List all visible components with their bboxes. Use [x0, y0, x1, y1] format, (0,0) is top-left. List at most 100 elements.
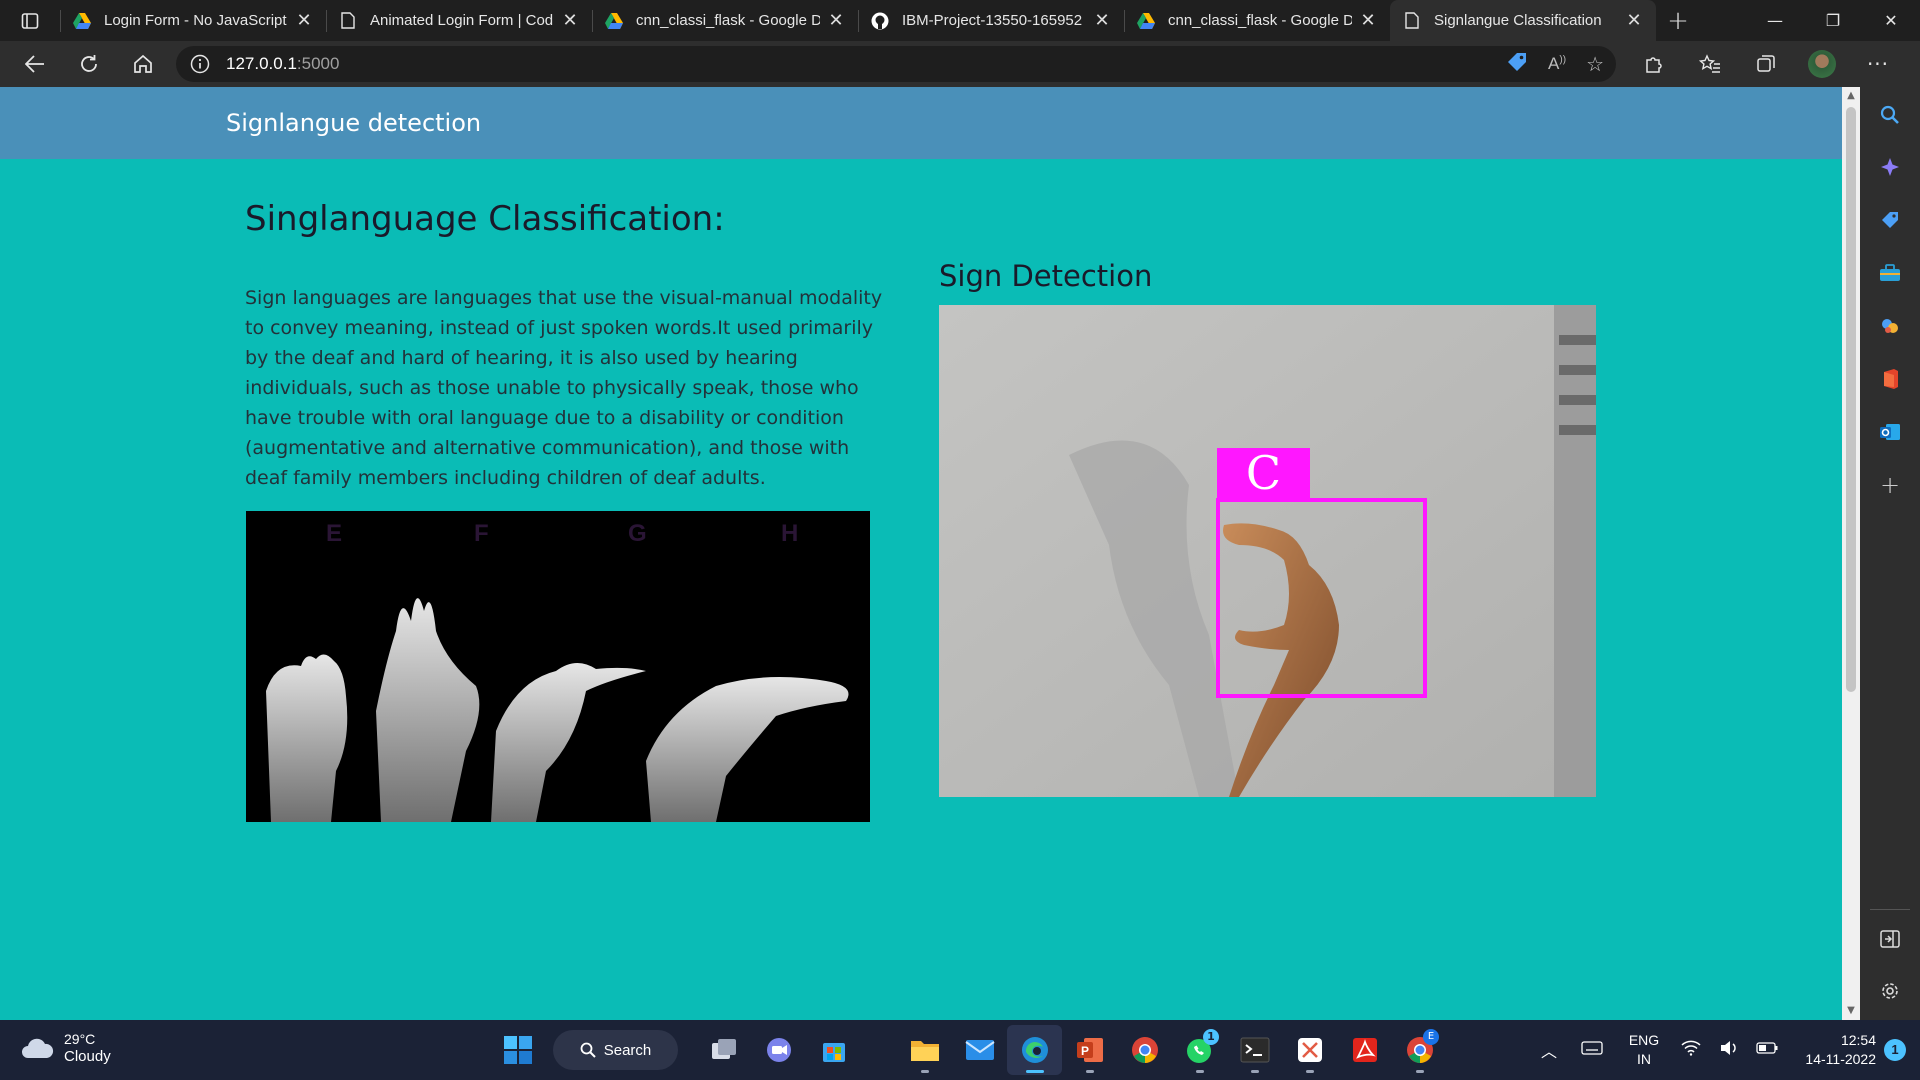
- favorites-list-icon: [1699, 54, 1720, 73]
- sidebar-hide-button[interactable]: [1860, 919, 1920, 959]
- edge-button[interactable]: [1007, 1025, 1062, 1075]
- detection-bounding-box: [1216, 498, 1427, 698]
- tab-github[interactable]: IBM-Project-13550-165952 ✕: [858, 0, 1124, 41]
- back-arrow-icon: [25, 55, 44, 73]
- url-port: :5000: [296, 54, 340, 73]
- keyboard-icon[interactable]: [1568, 1040, 1616, 1060]
- address-bar[interactable]: 127.0.0.1:5000 A)) ☆: [176, 46, 1616, 82]
- notification-badge[interactable]: 1: [1884, 1039, 1906, 1061]
- sign-letter-e: E: [326, 520, 342, 547]
- back-button[interactable]: [8, 41, 62, 87]
- powerpoint-button[interactable]: P: [1062, 1025, 1117, 1075]
- edge-sidebar: +: [1860, 87, 1920, 1020]
- scroll-up-icon[interactable]: ▲: [1842, 87, 1860, 105]
- close-icon[interactable]: ✕: [826, 10, 846, 31]
- sign-letters-illustration: E F G H: [246, 511, 870, 822]
- acrobat-icon: [1352, 1038, 1377, 1062]
- navbar-brand[interactable]: Signlangue detection: [226, 109, 481, 137]
- powerpoint-icon: P: [1076, 1038, 1103, 1062]
- tab-drive-2[interactable]: cnn_classi_flask - Google Dr ✕: [1124, 0, 1390, 41]
- restore-button[interactable]: ❐: [1804, 0, 1862, 41]
- sidebar-search-button[interactable]: [1860, 95, 1920, 135]
- close-icon[interactable]: ✕: [294, 10, 314, 31]
- sidebar-add-button[interactable]: +: [1860, 465, 1920, 505]
- chrome-profile-badge: E: [1423, 1029, 1439, 1045]
- mail-button[interactable]: [952, 1025, 1007, 1075]
- scrollbar-thumb[interactable]: [1846, 107, 1856, 692]
- page-scrollbar[interactable]: ▲ ▼: [1842, 87, 1860, 1020]
- snipping-tool-button[interactable]: [1282, 1025, 1337, 1075]
- tab-signlangue-classification[interactable]: Signlangue Classification ✕: [1390, 0, 1656, 41]
- minimize-button[interactable]: —: [1746, 0, 1804, 41]
- coupon-tag-icon[interactable]: [1506, 51, 1528, 78]
- avatar: [1808, 50, 1836, 78]
- tab-login-form[interactable]: Login Form - No JavaScript ✕: [60, 0, 326, 41]
- clock[interactable]: 12:54 14-11-2022: [1786, 1031, 1876, 1069]
- task-view-button[interactable]: [696, 1025, 751, 1075]
- chrome-icon: [1131, 1037, 1158, 1063]
- description-text: Sign languages are languages that use th…: [245, 287, 883, 489]
- volume-icon[interactable]: [1710, 1040, 1748, 1061]
- settings-more-button[interactable]: ···: [1850, 41, 1906, 87]
- terminal-icon: [1240, 1037, 1269, 1063]
- language-indicator[interactable]: ENG IN: [1616, 1031, 1672, 1069]
- acrobat-button[interactable]: [1337, 1025, 1392, 1075]
- extensions-button[interactable]: [1626, 41, 1682, 87]
- language-code: ENG: [1628, 1032, 1660, 1048]
- sidebar-office-button[interactable]: [1860, 359, 1920, 399]
- sidebar-outlook-button[interactable]: [1860, 412, 1920, 452]
- chrome-profile-button[interactable]: E: [1392, 1025, 1447, 1075]
- window-controls: — ❐ ✕: [1746, 0, 1920, 41]
- mail-icon: [964, 1040, 995, 1060]
- tab-animated-login[interactable]: Animated Login Form | Cod ✕: [326, 0, 592, 41]
- tab-actions-button[interactable]: [0, 0, 60, 41]
- page-title: Singlanguage Classification:: [245, 199, 725, 239]
- refresh-button[interactable]: [62, 41, 116, 87]
- sidebar-discover-button[interactable]: [1860, 147, 1920, 187]
- tab-actions-icon: [21, 12, 39, 29]
- tab-title: cnn_classi_flask - Google Dr: [1168, 12, 1352, 29]
- wifi-icon[interactable]: [1672, 1040, 1710, 1061]
- sparkle-icon: [1881, 158, 1899, 176]
- running-indicator: [1085, 1070, 1094, 1073]
- whatsapp-button[interactable]: 1: [1172, 1025, 1227, 1075]
- weather-widget[interactable]: 29°C Cloudy: [20, 1030, 111, 1066]
- add-favorite-icon[interactable]: ☆: [1586, 52, 1604, 77]
- snipping-tool-icon: [1297, 1038, 1322, 1062]
- folder-icon: [910, 1041, 939, 1061]
- sidebar-tools-button[interactable]: [1860, 253, 1920, 293]
- close-icon[interactable]: ✕: [560, 10, 580, 31]
- read-aloud-icon[interactable]: A)): [1548, 54, 1566, 74]
- chevron-up-icon[interactable]: ︿: [1530, 1038, 1568, 1062]
- tab-drive-1[interactable]: cnn_classi_flask - Google Dr ✕: [592, 0, 858, 41]
- site-navbar: Signlangue detection: [0, 87, 1842, 159]
- profile-button[interactable]: [1794, 41, 1850, 87]
- hide-sidebar-icon: [1880, 930, 1900, 948]
- new-tab-button[interactable]: +: [1656, 6, 1700, 36]
- chrome-button[interactable]: [1117, 1025, 1172, 1075]
- close-icon[interactable]: ✕: [1358, 10, 1378, 31]
- teams-chat-icon: [766, 1038, 791, 1062]
- sign-language-image: E F G H: [246, 511, 870, 822]
- battery-icon[interactable]: [1748, 1041, 1786, 1059]
- info-icon[interactable]: [188, 52, 212, 76]
- file-explorer-button[interactable]: [897, 1025, 952, 1075]
- url-host: 127.0.0.1: [226, 54, 297, 73]
- running-indicator: [1305, 1070, 1314, 1073]
- taskbar-search[interactable]: Search: [553, 1030, 678, 1070]
- close-icon[interactable]: ✕: [1092, 10, 1112, 31]
- close-window-button[interactable]: ✕: [1862, 0, 1920, 41]
- favorites-button[interactable]: [1682, 41, 1738, 87]
- sidebar-games-button[interactable]: [1860, 306, 1920, 346]
- start-button[interactable]: [490, 1025, 545, 1075]
- sidebar-settings-button[interactable]: [1860, 971, 1920, 1011]
- terminal-button[interactable]: [1227, 1025, 1282, 1075]
- scroll-down-icon[interactable]: ▼: [1842, 1002, 1860, 1020]
- collections-button[interactable]: [1738, 41, 1794, 87]
- close-icon[interactable]: ✕: [1624, 10, 1644, 31]
- page-icon: [1402, 11, 1422, 31]
- sidebar-shopping-button[interactable]: [1860, 200, 1920, 240]
- teams-chat-button[interactable]: [751, 1025, 806, 1075]
- home-button[interactable]: [116, 41, 170, 87]
- microsoft-store-button[interactable]: [806, 1025, 861, 1075]
